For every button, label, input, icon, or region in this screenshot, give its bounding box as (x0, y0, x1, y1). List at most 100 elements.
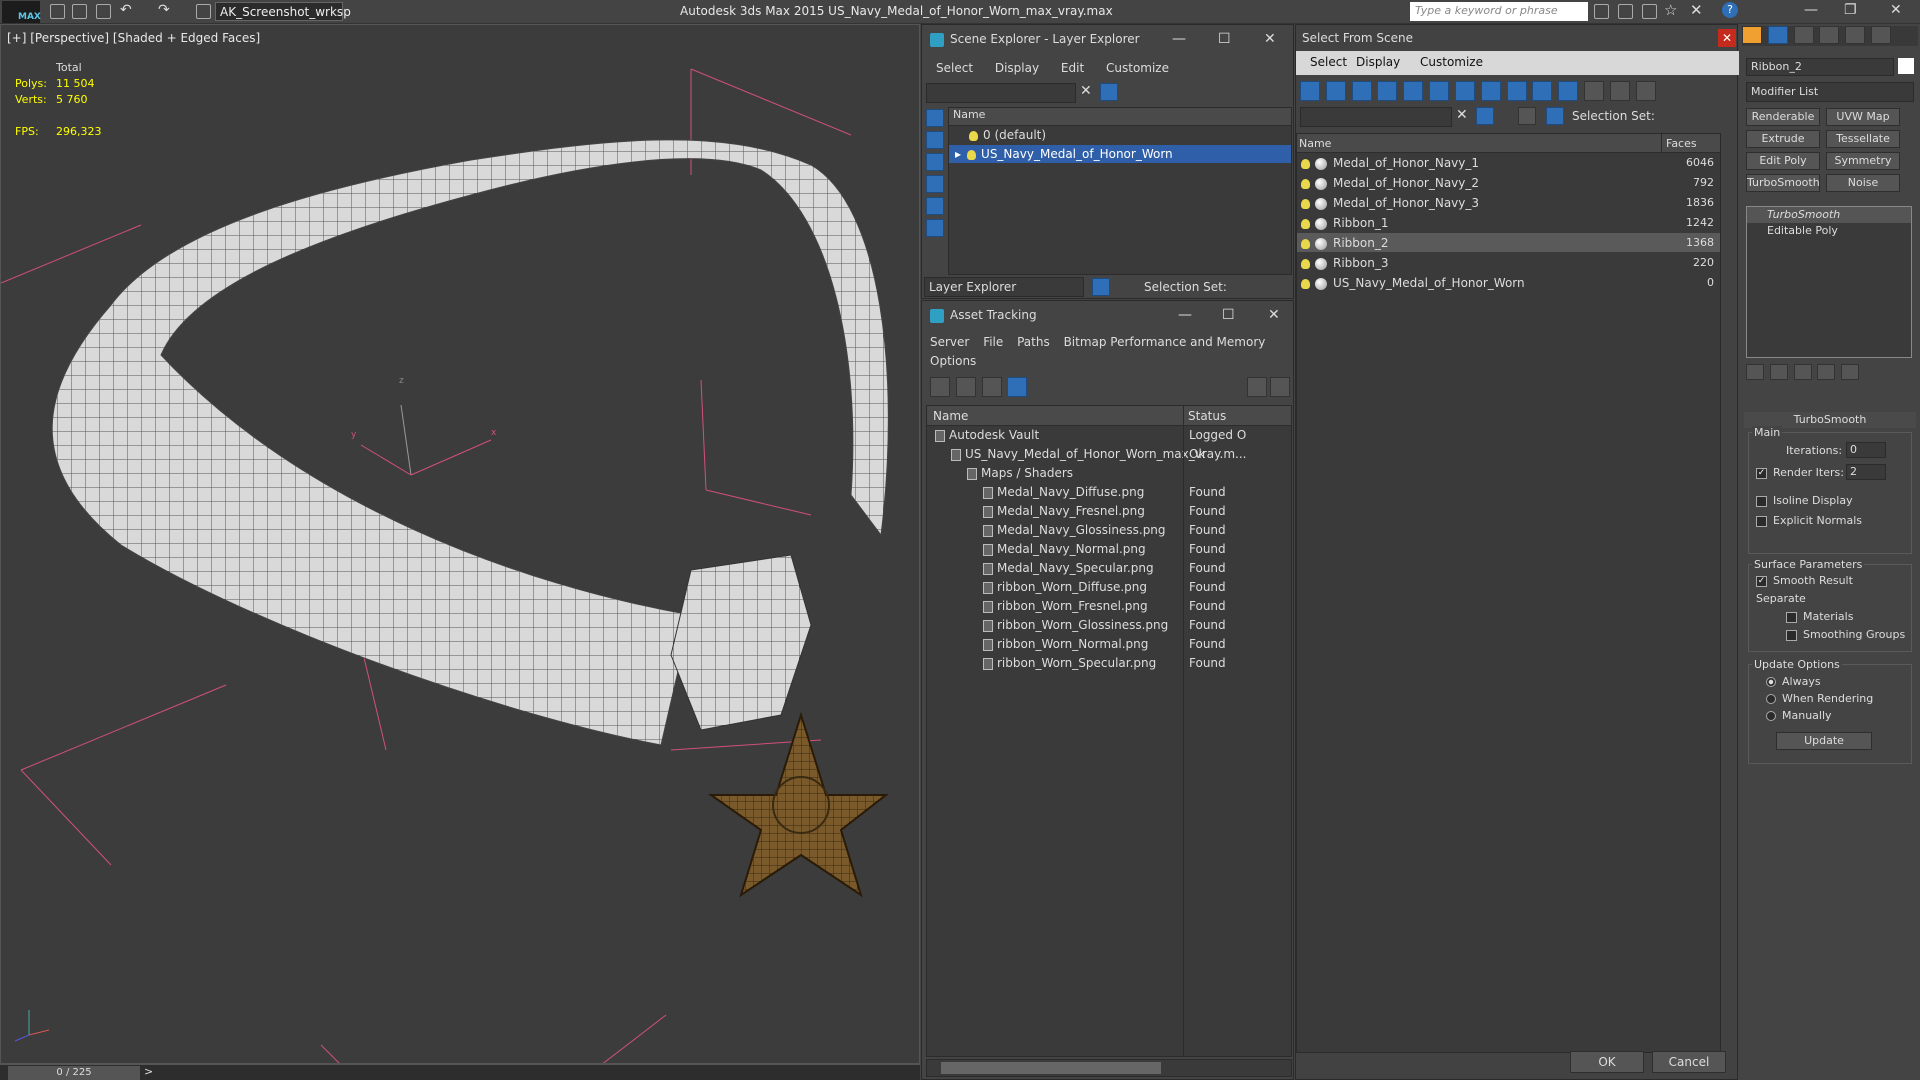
filter-spacewarps-icon[interactable] (1429, 81, 1450, 101)
filter-geometry-icon[interactable] (1300, 81, 1320, 101)
open-file-icon[interactable] (72, 4, 87, 19)
filter-icon[interactable] (1100, 83, 1118, 101)
minimize-icon[interactable]: — (1804, 2, 1818, 18)
filter-containers-icon[interactable] (1532, 81, 1553, 101)
filter-groups-icon[interactable] (1454, 81, 1475, 101)
light-bulb-icon[interactable] (1301, 178, 1310, 189)
asset-row[interactable]: Autodesk Vault Logged O (927, 426, 1291, 445)
modify-tab-icon[interactable] (1767, 26, 1788, 44)
project-folder-icon[interactable] (196, 4, 211, 19)
asset-row[interactable]: Medal_Navy_Diffuse.png Found (927, 483, 1291, 502)
filter-cameras-icon[interactable] (1377, 81, 1398, 101)
make-unique-icon[interactable] (1793, 364, 1812, 380)
exchange-icon[interactable]: ✕ (1690, 1, 1703, 19)
render-iters-spinner[interactable]: 2 (1846, 464, 1886, 480)
display-helpers-icon[interactable] (926, 197, 944, 215)
cancel-button[interactable]: Cancel (1652, 1051, 1726, 1073)
object-color-swatch[interactable] (1898, 58, 1914, 74)
modifier-list-dropdown[interactable]: Modifier List (1746, 82, 1914, 102)
iterations-spinner[interactable]: 0 (1846, 442, 1886, 458)
menu-customize[interactable]: Customize (1420, 55, 1483, 69)
light-bulb-icon[interactable] (1301, 238, 1310, 249)
asset-col-name[interactable]: Name (933, 409, 968, 423)
filter-shapes-icon[interactable] (1325, 81, 1346, 101)
favorites-star-icon[interactable]: ☆ (1664, 1, 1677, 19)
manually-radio[interactable] (1766, 711, 1776, 721)
menu-display[interactable]: Display (995, 61, 1039, 75)
menu-display[interactable]: Display (1356, 55, 1400, 69)
turbosmooth-button[interactable]: TurboSmooth (1746, 174, 1820, 192)
table-view-icon[interactable] (1007, 377, 1028, 397)
filter-helpers-icon[interactable] (1403, 81, 1424, 101)
hierarchy-tab-icon[interactable] (1793, 26, 1814, 44)
scene-explorer-minimize-icon[interactable]: — (1172, 31, 1186, 47)
asset-row[interactable]: ribbon_Worn_Normal.png Found (927, 635, 1291, 654)
scene-explorer-maximize-icon[interactable]: ☐ (1218, 31, 1231, 47)
clear-search-icon[interactable]: ✕ (1080, 83, 1092, 99)
display-spacewarps-icon[interactable] (926, 219, 944, 237)
asset-row[interactable]: Medal_Navy_Glossiness.png Found (927, 521, 1291, 540)
save-icon[interactable] (96, 4, 111, 19)
smoothing-groups-checkbox[interactable] (1786, 629, 1797, 641)
layers-icon[interactable] (1518, 107, 1536, 125)
select-from-scene-close-icon[interactable]: ✕ (1718, 29, 1736, 47)
help-icon[interactable]: ? (1722, 2, 1738, 18)
light-bulb-icon[interactable] (967, 149, 977, 160)
asset-row[interactable]: ribbon_Worn_Glossiness.png Found (927, 616, 1291, 635)
select-search-input[interactable] (1300, 107, 1452, 127)
object-row[interactable]: Ribbon_1 1242 (1297, 213, 1720, 233)
pin-stack-icon[interactable] (1746, 364, 1764, 380)
menu-customize[interactable]: Customize (1106, 61, 1169, 75)
filter-frozen-icon[interactable] (1558, 81, 1579, 101)
expand-arrow-icon[interactable]: ▸ (955, 147, 961, 161)
asset-row[interactable]: Medal_Navy_Normal.png Found (927, 540, 1291, 559)
new-file-icon[interactable] (50, 4, 65, 19)
renderable-spline-button[interactable]: Renderable Spline (1746, 108, 1820, 126)
clear-search-icon[interactable]: ✕ (1456, 107, 1468, 123)
display-lights-icon[interactable] (926, 153, 944, 171)
ok-button[interactable]: OK (1570, 1051, 1644, 1073)
menu-bitmap-performance[interactable]: Bitmap Performance and Memory (1064, 335, 1266, 349)
restore-icon[interactable]: ❐ (1844, 2, 1857, 18)
stack-item-turbosmooth[interactable]: TurboSmooth (1747, 207, 1911, 223)
asset-tracking-close-icon[interactable]: ✕ (1268, 307, 1280, 323)
remove-modifier-icon[interactable] (1817, 364, 1836, 380)
configure-sets-icon[interactable] (1841, 364, 1860, 380)
scrollbar-thumb[interactable] (941, 1062, 1161, 1074)
object-row[interactable]: Medal_of_Honor_Navy_1 6046 (1297, 153, 1720, 173)
layer-col-name[interactable]: Name (949, 108, 1291, 126)
asset-settings-icon[interactable] (1270, 377, 1290, 397)
object-row[interactable]: Medal_of_Honor_Navy_2 792 (1297, 173, 1720, 193)
object-name-field[interactable]: Ribbon_2 (1746, 58, 1894, 76)
redo-icon[interactable]: ↷ (158, 2, 170, 18)
scene-explorer-close-icon[interactable]: ✕ (1264, 31, 1276, 47)
select-col-name[interactable]: Name (1299, 137, 1331, 150)
light-bulb-icon[interactable] (1301, 198, 1310, 209)
menu-select[interactable]: Select (1310, 55, 1347, 69)
light-bulb-icon[interactable] (1301, 218, 1310, 229)
light-bulb-icon[interactable] (1301, 278, 1310, 289)
filter-xrefs-icon[interactable] (1480, 81, 1501, 101)
asset-row[interactable]: ribbon_Worn_Specular.png Found (927, 654, 1291, 673)
materials-checkbox[interactable] (1786, 611, 1797, 623)
asset-col-status[interactable]: Status (1183, 406, 1230, 426)
display-tab-icon[interactable] (1845, 26, 1866, 44)
asset-tracking-maximize-icon[interactable]: ☐ (1222, 307, 1235, 323)
layer-row-selected[interactable]: ▸ US_Navy_Medal_of_Honor_Worn (949, 145, 1291, 164)
menu-server[interactable]: Server (930, 335, 969, 349)
filter-icon[interactable] (1476, 107, 1494, 125)
tessellate-button[interactable]: Tessellate (1826, 130, 1900, 148)
always-radio[interactable] (1766, 677, 1776, 687)
stack-item-editable-poly[interactable]: Editable Poly (1747, 223, 1911, 239)
layer-explorer-icon[interactable] (1092, 278, 1110, 296)
workspace-dropdown[interactable]: AK_Screenshot_wrksp (215, 2, 351, 21)
motion-tab-icon[interactable] (1819, 26, 1840, 44)
next-frame-icon[interactable]: > (144, 1065, 153, 1078)
binoculars-icon[interactable] (1594, 4, 1609, 19)
asset-row[interactable]: ribbon_Worn_Fresnel.png Found (927, 597, 1291, 616)
select-none-icon[interactable] (1609, 81, 1630, 101)
uvw-map-button[interactable]: UVW Map (1826, 108, 1900, 126)
hierarchy-icon[interactable] (1546, 107, 1564, 125)
thumbnail-icon[interactable] (981, 377, 1002, 397)
time-slider[interactable]: 0 / 225 (8, 1066, 140, 1080)
